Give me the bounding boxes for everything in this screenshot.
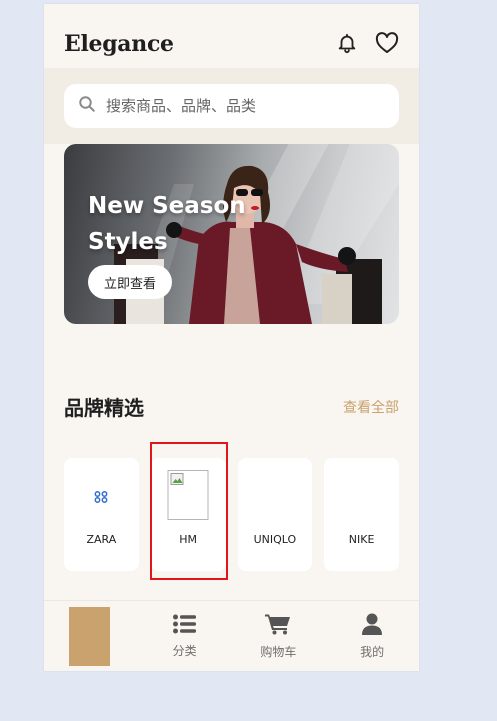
home-tab-block — [69, 607, 110, 666]
brand-name: NIKE — [348, 533, 375, 546]
brand-card-zara[interactable]: ZARA — [64, 458, 139, 571]
phone-screen: Elegance 搜索商品、品牌、品类 New Season Styles 立即… — [44, 4, 419, 671]
nav-item-profile[interactable]: 我的 — [325, 601, 419, 671]
search-icon — [78, 95, 96, 117]
brand-card-nike[interactable]: NIKE — [324, 458, 399, 571]
search-bar[interactable] — [64, 84, 399, 128]
brand-name: ZARA — [86, 533, 117, 546]
brand-card-uniqlo[interactable]: UNIQLO — [237, 458, 313, 571]
broken-image-icon — [94, 488, 108, 507]
view-all-link[interactable]: 查看全部 — [343, 397, 399, 417]
app-logo: Elegance — [64, 31, 174, 57]
banner-title: New Season Styles — [88, 193, 246, 255]
nav-item-home[interactable] — [44, 601, 138, 671]
app-header: Elegance — [44, 4, 419, 68]
promo-banner[interactable]: New Season Styles 立即查看 — [64, 144, 399, 324]
search-input[interactable] — [106, 97, 386, 115]
brand-list: ZARA HM UNIQLO NIKE — [64, 458, 399, 571]
nav-item-category[interactable]: 分类 — [138, 601, 232, 671]
search-area — [44, 68, 419, 144]
brand-name: HM — [179, 533, 197, 546]
bottom-nav: 分类 购物车 我的 — [44, 600, 419, 671]
nav-label: 我的 — [360, 644, 385, 659]
brand-card-hm[interactable]: HM — [150, 458, 226, 571]
view-now-button[interactable]: 立即查看 — [88, 265, 172, 299]
image-placeholder-icon — [167, 470, 209, 520]
bell-icon[interactable] — [335, 31, 359, 55]
user-icon — [361, 613, 383, 639]
heart-icon[interactable] — [375, 31, 399, 55]
brands-section-title: 品牌精选 — [64, 396, 144, 420]
header-actions — [335, 31, 399, 55]
nav-item-cart[interactable]: 购物车 — [232, 601, 326, 671]
cart-icon — [265, 613, 291, 639]
nav-label: 分类 — [172, 643, 197, 658]
list-icon — [172, 614, 197, 638]
nav-label: 购物车 — [260, 644, 297, 659]
brand-name: UNIQLO — [253, 533, 297, 546]
